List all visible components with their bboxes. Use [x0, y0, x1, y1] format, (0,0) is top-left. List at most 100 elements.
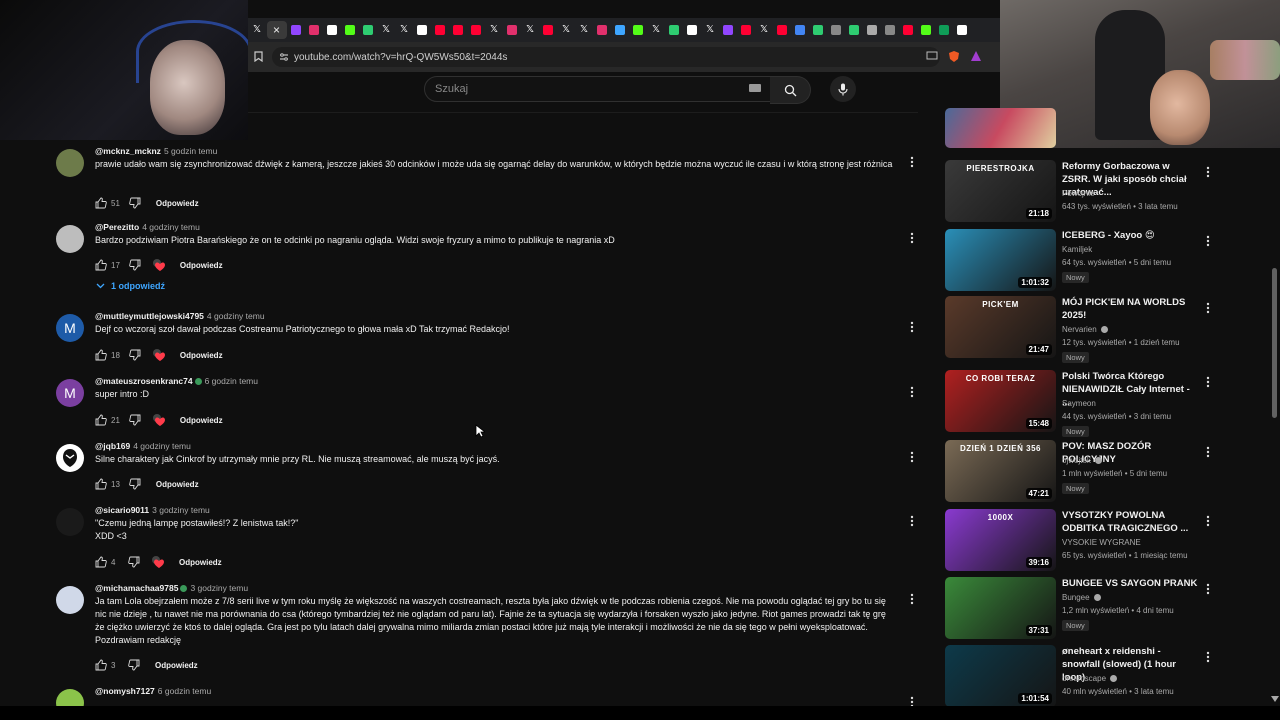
comment-author-handle[interactable]: @mcknz_mcknz — [95, 146, 161, 156]
browser-tab[interactable] — [792, 21, 809, 39]
scroll-down-icon[interactable] — [1271, 696, 1279, 702]
site-info-icon[interactable] — [279, 52, 289, 65]
browser-tab[interactable] — [342, 21, 359, 39]
like-button[interactable] — [94, 348, 108, 362]
avatar[interactable] — [56, 149, 84, 177]
browser-tab[interactable] — [918, 21, 935, 39]
video-thumbnail[interactable]: 1:01:32 — [945, 229, 1056, 291]
related-video-item[interactable]: CO ROBI TERAZ 15:48 Polski Twórca Którego … — [944, 370, 1214, 437]
dislike-button[interactable] — [128, 196, 142, 210]
related-video-item[interactable]: PICK'EM 21:47 MÓJ PICK'EM NA WORLDS 2025! N… — [944, 296, 1214, 363]
dislike-button[interactable] — [127, 555, 141, 569]
browser-tab[interactable] — [432, 21, 449, 39]
related-video-item[interactable]: PIERESTROJKA 21:18 Reformy Gorbaczowa w ZS… — [944, 160, 1214, 224]
browser-tab[interactable] — [360, 21, 377, 39]
avatar[interactable] — [56, 586, 84, 614]
video-more-icon[interactable] — [1206, 651, 1210, 663]
like-button[interactable] — [94, 258, 108, 272]
video-channel[interactable]: Kamiljek — [1062, 245, 1092, 254]
browser-tab[interactable] — [846, 21, 863, 39]
like-button[interactable] — [94, 658, 108, 672]
keyboard-icon[interactable] — [749, 84, 761, 92]
related-video-item[interactable]: DZIEŃ 1 DZIEŃ 356 47:21 POV: MASZ DOZÓR PO… — [944, 440, 1214, 504]
video-channel[interactable]: Saymeon — [1062, 399, 1096, 408]
browser-tab[interactable]: 𝕏 — [558, 21, 575, 39]
browser-tab[interactable]: 𝕏 — [378, 21, 395, 39]
comment-timestamp[interactable]: 6 godzin temu — [158, 686, 211, 696]
browser-tab[interactable] — [630, 21, 647, 39]
comment-author-handle[interactable]: @muttleymuttlejowski4795 — [95, 311, 204, 321]
video-thumbnail[interactable]: 37:31 — [945, 577, 1056, 639]
comment-timestamp[interactable]: 4 godziny temu — [142, 222, 200, 232]
browser-tab[interactable]: 𝕏 — [702, 21, 719, 39]
reply-button[interactable]: Odpowiedz — [179, 558, 222, 567]
video-more-icon[interactable] — [1206, 583, 1210, 595]
browser-tab[interactable] — [414, 21, 431, 39]
comment-more-icon[interactable] — [910, 515, 916, 527]
reply-button[interactable]: Odpowiedz — [155, 661, 198, 670]
video-channel[interactable]: ojwojtek — [1062, 456, 1102, 465]
search-input[interactable]: Szukaj — [435, 83, 468, 95]
comment-author-handle[interactable]: @jqb169 — [95, 441, 130, 451]
browser-tab[interactable]: 𝕏 — [486, 21, 503, 39]
comment-timestamp[interactable]: 4 godziny temu — [133, 441, 191, 451]
video-channel[interactable]: Nervarien — [1062, 325, 1108, 334]
video-more-icon[interactable] — [1206, 515, 1210, 527]
related-video-item[interactable]: 37:31 BUNGEE VS SAYGON PRANK Bungee 1,2 mln… — [944, 577, 1214, 641]
brave-shield-icon[interactable] — [948, 50, 960, 66]
dislike-button[interactable] — [128, 258, 142, 272]
video-channel[interactable]: Powojnie — [1062, 189, 1094, 198]
video-thumbnail[interactable]: CO ROBI TERAZ 15:48 — [945, 370, 1056, 432]
partial-video-thumbnail[interactable] — [945, 108, 1056, 148]
comment-timestamp[interactable]: 3 godziny temu — [190, 583, 248, 593]
like-button[interactable] — [94, 196, 108, 210]
dislike-button[interactable] — [128, 413, 142, 427]
video-thumbnail[interactable]: PICK'EM 21:47 — [945, 296, 1056, 358]
comment-author-handle[interactable]: @nomysh7127 — [95, 686, 155, 696]
browser-tab[interactable] — [666, 21, 683, 39]
browser-tab[interactable] — [936, 21, 953, 39]
browser-tab[interactable] — [306, 21, 323, 39]
show-replies-button[interactable]: 1 odpowiedź — [96, 281, 165, 291]
avatar[interactable] — [56, 225, 84, 253]
video-thumbnail[interactable]: 1:01:54 — [945, 645, 1056, 707]
comment-more-icon[interactable] — [910, 156, 916, 168]
url-field[interactable]: youtube.com/watch?v=hrQ-QW5Ws50&t=2044s — [272, 47, 940, 67]
reply-button[interactable]: Odpowiedz — [180, 416, 223, 425]
reply-button[interactable]: Odpowiedz — [180, 351, 223, 360]
reply-button[interactable]: Odpowiedz — [156, 480, 199, 489]
video-thumbnail[interactable]: DZIEŃ 1 DZIEŃ 356 47:21 — [945, 440, 1056, 502]
dislike-button[interactable] — [128, 348, 142, 362]
comment-author-handle[interactable]: @michamachaa9785 — [95, 583, 178, 593]
browser-tab[interactable] — [540, 21, 557, 39]
video-more-icon[interactable] — [1206, 376, 1210, 388]
dislike-button[interactable] — [127, 658, 141, 672]
browser-tab[interactable] — [450, 21, 467, 39]
related-video-item[interactable]: 1:01:32 ICEBERG - Xayoo 😍 Kamiljek 64 tys. … — [944, 229, 1214, 293]
avatar[interactable] — [56, 508, 84, 536]
browser-tab[interactable]: 𝕏 — [648, 21, 665, 39]
video-more-icon[interactable] — [1206, 302, 1210, 314]
video-title[interactable]: MÓJ PICK'EM NA WORLDS 2025! — [1062, 296, 1200, 322]
browser-tab[interactable] — [864, 21, 881, 39]
comment-author-handle[interactable]: @Perezitto — [95, 222, 139, 232]
voice-search-button[interactable] — [830, 76, 856, 102]
browser-tab[interactable]: 𝕏 — [249, 21, 266, 39]
video-title[interactable]: VYSOTZKY POWOLNA ODBITKA TRAGICZNEGO ... — [1062, 509, 1200, 535]
video-channel[interactable]: Bungee — [1062, 593, 1101, 602]
video-more-icon[interactable] — [1206, 446, 1210, 458]
browser-tab[interactable] — [954, 21, 971, 39]
search-button[interactable] — [770, 76, 811, 104]
like-button[interactable] — [94, 413, 108, 427]
related-video-item[interactable]: 1:01:54 øneheart x reidenshi - snowfall (… — [944, 645, 1214, 709]
comment-author-handle[interactable]: @mateuszrosenkranc74 — [95, 376, 193, 386]
comment-timestamp[interactable]: 6 godzin temu — [205, 376, 258, 386]
browser-tab[interactable] — [288, 21, 305, 39]
avatar[interactable]: M — [56, 314, 84, 342]
video-more-icon[interactable] — [1206, 235, 1210, 247]
browser-tab[interactable]: 𝕏 — [576, 21, 593, 39]
cast-icon[interactable] — [926, 51, 938, 64]
browser-tab[interactable] — [594, 21, 611, 39]
browser-tab[interactable]: 𝕏 — [756, 21, 773, 39]
bookmark-icon[interactable] — [254, 51, 263, 65]
